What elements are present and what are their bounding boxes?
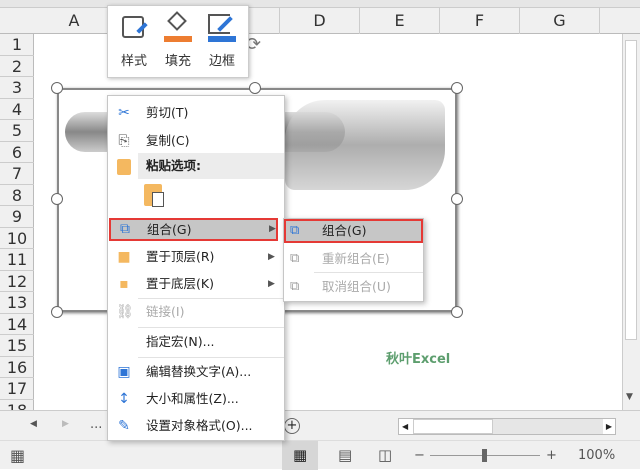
copy-icon: ⎘ (118, 133, 130, 149)
horizontal-scroll-thumb[interactable] (413, 419, 493, 434)
resize-handle[interactable] (451, 193, 463, 205)
column-header-a[interactable]: A (34, 8, 115, 34)
row-header[interactable]: 17 (0, 378, 34, 400)
menu-item-group[interactable]: ⧉ 组合(G) ▶ (109, 218, 278, 241)
row-headers: 123456789101112131415161718 (0, 34, 34, 421)
resize-handle[interactable] (51, 306, 63, 318)
scroll-track (493, 419, 603, 434)
menu-item-edit-alt-text[interactable]: ▣ 编辑替换文字(A)... (108, 359, 284, 385)
column-header-d[interactable]: D (280, 8, 360, 34)
menu-item-cut[interactable]: ✂ 剪切(T) (108, 100, 284, 126)
page-break-view-icon[interactable]: ◫ (378, 441, 392, 470)
column-header-e[interactable]: E (360, 8, 440, 34)
menu-item-copy[interactable]: ⎘ 复制(C) (108, 128, 284, 154)
macro-record-icon[interactable]: ▦ (10, 441, 25, 470)
row-header[interactable]: 1 (0, 34, 34, 56)
regroup-icon: ⧉ (290, 251, 300, 266)
menu-item-bring-to-front[interactable]: ■ 置于顶层(R) ▶ (108, 244, 284, 270)
row-header[interactable]: 4 (0, 99, 34, 120)
sheet-tab-bar: ◀ ▶ ... + ◀ ▶ (0, 410, 640, 440)
separator (314, 272, 423, 273)
horizontal-scrollbar[interactable]: ◀ ▶ (398, 418, 616, 435)
group-icon: ⧉ (290, 223, 300, 238)
style-button[interactable]: 样式 (114, 12, 154, 69)
menu-item-format-object[interactable]: ✎ 设置对象格式(O)... (108, 413, 284, 439)
alt-text-icon: ▣ (117, 364, 131, 380)
scroll-left-icon[interactable]: ◀ (402, 422, 408, 431)
paste-keep-format-button[interactable] (144, 184, 164, 207)
separator (138, 357, 284, 358)
page-layout-view-icon[interactable]: ▤ (338, 441, 352, 470)
row-header[interactable]: 12 (0, 271, 34, 292)
zoom-slider-thumb[interactable] (482, 449, 487, 462)
resize-handle[interactable] (51, 82, 63, 94)
row-header[interactable]: 2 (0, 56, 34, 77)
size-icon: ↕ (118, 391, 130, 407)
normal-view-button[interactable]: ▦ (282, 441, 318, 470)
zoom-level[interactable]: 100% (578, 441, 615, 470)
column-header-g[interactable]: G (520, 8, 600, 34)
row-header[interactable]: 15 (0, 335, 34, 357)
border-button[interactable]: 边框 (202, 12, 242, 69)
link-icon: ⛓ (116, 304, 134, 320)
row-header[interactable]: 3 (0, 77, 34, 99)
shape-style-icon (114, 12, 154, 42)
scissors-icon: ✂ (118, 105, 130, 121)
menu-item-send-to-back[interactable]: ▪ 置于底层(K) ▶ (108, 271, 284, 297)
vertical-scroll-thumb[interactable] (625, 40, 637, 340)
add-sheet-button[interactable]: + (284, 418, 300, 434)
row-header[interactable]: 11 (0, 249, 34, 271)
row-header[interactable]: 8 (0, 185, 34, 206)
row-header[interactable]: 14 (0, 314, 34, 335)
mini-toolbar: 样式 填充 边框 (107, 5, 249, 78)
fill-button[interactable]: 填充 (158, 11, 198, 69)
menu-item-size-properties[interactable]: ↕ 大小和属性(Z)... (108, 386, 284, 412)
scroll-right-icon[interactable]: ▶ (606, 422, 612, 431)
submenu-item-regroup: ⧉ 重新组合(E) (290, 251, 390, 266)
separator (138, 327, 284, 328)
grid-icon: ▦ (293, 446, 308, 464)
next-sheet-icon[interactable]: ▶ (62, 410, 69, 439)
zoom-in-button[interactable]: + (546, 441, 557, 470)
format-paint-icon: ✎ (118, 418, 130, 434)
menu-item-link: ⛓ 链接(I) (116, 304, 185, 320)
bring-front-icon: ■ (117, 249, 131, 265)
ungroup-icon: ⧉ (290, 279, 300, 294)
column-headers: A B C D E F G (0, 8, 640, 34)
resize-handle[interactable] (451, 306, 463, 318)
status-bar: ▦ ▦ ▤ ◫ − + 100% (0, 440, 640, 470)
resize-handle[interactable] (249, 82, 261, 94)
row-header[interactable]: 10 (0, 228, 34, 249)
resize-handle[interactable] (451, 82, 463, 94)
submenu-arrow-icon: ▶ (268, 252, 275, 262)
watermark: 秋叶Excel (386, 352, 451, 367)
more-sheets[interactable]: ... (90, 410, 102, 439)
context-menu: ✂ 剪切(T) ⎘ 复制(C) 粘贴选项: ⧉ 组合(G) ▶ ■ 置于顶层(R) ▶ ▪ 置… (107, 95, 285, 441)
top-bar (0, 0, 640, 8)
group-icon: ⧉ (120, 221, 130, 237)
row-header[interactable]: 5 (0, 120, 34, 142)
menu-item-assign-macro[interactable]: 指定宏(N)... (108, 329, 284, 355)
wrench-head-image[interactable] (285, 100, 445, 190)
group-submenu: ⧉ 组合(G) ⧉ 重新组合(E) ⧉ 取消组合(U) (283, 218, 424, 302)
send-back-icon: ▪ (119, 276, 129, 292)
column-header-f[interactable]: F (440, 8, 520, 34)
paste-icon (117, 159, 131, 175)
row-header[interactable]: 16 (0, 357, 34, 378)
row-header[interactable]: 6 (0, 142, 34, 163)
paste-options-header: 粘贴选项: (138, 153, 284, 179)
row-header[interactable]: 7 (0, 163, 34, 185)
submenu-arrow-icon: ▶ (268, 279, 275, 289)
submenu-item-group[interactable]: ⧉ 组合(G) (284, 219, 423, 243)
fill-bucket-icon (158, 11, 198, 42)
submenu-item-ungroup: ⧉ 取消组合(U) (290, 279, 391, 294)
prev-sheet-icon[interactable]: ◀ (30, 410, 37, 439)
row-header[interactable]: 9 (0, 206, 34, 228)
zoom-out-button[interactable]: − (414, 441, 425, 470)
resize-handle[interactable] (51, 193, 63, 205)
pen-border-icon (202, 12, 242, 42)
submenu-arrow-icon: ▶ (269, 224, 276, 234)
scroll-down-icon[interactable]: ▼ (626, 392, 633, 402)
row-header[interactable]: 13 (0, 292, 34, 314)
